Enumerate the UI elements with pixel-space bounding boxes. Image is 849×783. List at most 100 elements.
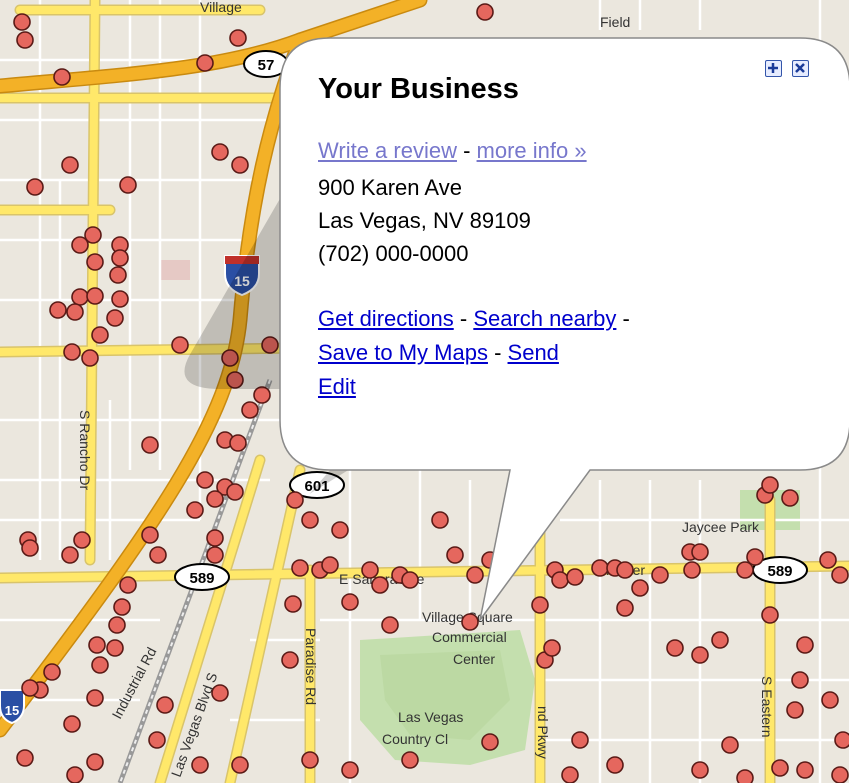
poi-marker[interactable] — [301, 511, 319, 529]
poi-marker[interactable] — [63, 343, 81, 361]
poi-marker[interactable] — [301, 751, 319, 769]
poi-marker[interactable] — [206, 529, 224, 547]
poi-marker[interactable] — [221, 349, 239, 367]
poi-marker[interactable] — [66, 766, 84, 783]
poi-marker[interactable] — [119, 176, 137, 194]
poi-marker[interactable] — [86, 287, 104, 305]
poi-marker[interactable] — [666, 639, 684, 657]
poi-marker[interactable] — [148, 731, 166, 749]
poi-marker[interactable] — [401, 751, 419, 769]
poi-marker[interactable] — [109, 266, 127, 284]
poi-marker[interactable] — [291, 559, 309, 577]
poi-marker[interactable] — [691, 761, 709, 779]
poi-marker[interactable] — [791, 671, 809, 689]
poi-marker[interactable] — [108, 616, 126, 634]
poi-marker[interactable] — [106, 639, 124, 657]
edit-link[interactable]: Edit — [318, 374, 356, 399]
poi-marker[interactable] — [466, 566, 484, 584]
poi-marker[interactable] — [81, 349, 99, 367]
poi-marker[interactable] — [341, 593, 359, 611]
poi-marker[interactable] — [231, 756, 249, 774]
poi-marker[interactable] — [561, 766, 579, 783]
poi-marker[interactable] — [16, 749, 34, 767]
poi-marker[interactable] — [226, 371, 244, 389]
poi-marker[interactable] — [721, 736, 739, 754]
poi-marker[interactable] — [86, 753, 104, 771]
poi-marker[interactable] — [771, 759, 789, 777]
poi-marker[interactable] — [321, 556, 339, 574]
poi-marker[interactable] — [531, 596, 549, 614]
poi-marker[interactable] — [61, 156, 79, 174]
poi-marker[interactable] — [26, 178, 44, 196]
poi-marker[interactable] — [141, 436, 159, 454]
get-directions-link[interactable]: Get directions — [318, 306, 454, 331]
poi-marker[interactable] — [371, 576, 389, 594]
poi-marker[interactable] — [261, 336, 279, 354]
poi-marker[interactable] — [21, 679, 39, 697]
poi-marker[interactable] — [381, 616, 399, 634]
poi-marker[interactable] — [196, 54, 214, 72]
poi-marker[interactable] — [71, 236, 89, 254]
poi-marker[interactable] — [91, 326, 109, 344]
poi-marker[interactable] — [91, 656, 109, 674]
poi-marker[interactable] — [226, 483, 244, 501]
poi-marker[interactable] — [831, 566, 849, 584]
poi-marker[interactable] — [736, 769, 754, 783]
poi-marker[interactable] — [476, 3, 494, 21]
poi-marker[interactable] — [431, 511, 449, 529]
send-link[interactable]: Send — [508, 340, 559, 365]
poi-marker[interactable] — [651, 566, 669, 584]
poi-marker[interactable] — [606, 756, 624, 774]
poi-marker[interactable] — [113, 598, 131, 616]
poi-marker[interactable] — [509, 536, 527, 554]
poi-marker[interactable] — [43, 663, 61, 681]
poi-marker[interactable] — [149, 546, 167, 564]
poi-marker[interactable] — [206, 490, 224, 508]
poi-marker[interactable] — [229, 29, 247, 47]
poi-marker[interactable] — [196, 471, 214, 489]
poi-marker[interactable] — [88, 636, 106, 654]
poi-marker[interactable] — [229, 434, 247, 452]
poi-marker[interactable] — [616, 561, 634, 579]
poi-marker[interactable] — [53, 68, 71, 86]
poi-marker[interactable] — [13, 13, 31, 31]
poi-marker[interactable] — [331, 521, 349, 539]
poi-marker[interactable] — [49, 301, 67, 319]
poi-marker[interactable] — [211, 684, 229, 702]
poi-marker[interactable] — [171, 336, 189, 354]
poi-marker[interactable] — [191, 756, 209, 774]
poi-marker[interactable] — [571, 731, 589, 749]
poi-marker[interactable] — [63, 715, 81, 733]
poi-marker[interactable] — [73, 531, 91, 549]
poi-marker[interactable] — [631, 579, 649, 597]
poi-marker[interactable] — [831, 766, 849, 783]
poi-marker[interactable] — [16, 31, 34, 49]
poi-marker[interactable] — [253, 386, 271, 404]
poi-marker[interactable] — [281, 651, 299, 669]
write-review-link[interactable]: Write a review — [318, 138, 457, 163]
poi-marker[interactable] — [691, 646, 709, 664]
poi-marker[interactable] — [111, 249, 129, 267]
poi-marker[interactable] — [543, 639, 561, 657]
poi-marker[interactable] — [186, 501, 204, 519]
poi-marker[interactable] — [566, 568, 584, 586]
poi-marker[interactable] — [683, 561, 701, 579]
poi-marker[interactable] — [106, 309, 124, 327]
poi-marker[interactable] — [141, 526, 159, 544]
poi-marker[interactable] — [781, 489, 799, 507]
poi-marker[interactable] — [284, 595, 302, 613]
poi-marker[interactable] — [761, 606, 779, 624]
poi-marker[interactable] — [819, 551, 837, 569]
poi-marker[interactable] — [711, 631, 729, 649]
poi-marker[interactable] — [286, 491, 304, 509]
poi-marker[interactable] — [551, 571, 569, 589]
poi-marker[interactable] — [591, 559, 609, 577]
poi-marker[interactable] — [834, 731, 849, 749]
poi-marker[interactable] — [211, 143, 229, 161]
poi-marker[interactable] — [761, 476, 779, 494]
poi-marker[interactable] — [691, 543, 709, 561]
save-to-my-maps-link[interactable]: Save to My Maps — [318, 340, 488, 365]
poi-marker[interactable] — [71, 288, 89, 306]
poi-marker[interactable] — [241, 401, 259, 419]
poi-marker[interactable] — [491, 561, 509, 579]
